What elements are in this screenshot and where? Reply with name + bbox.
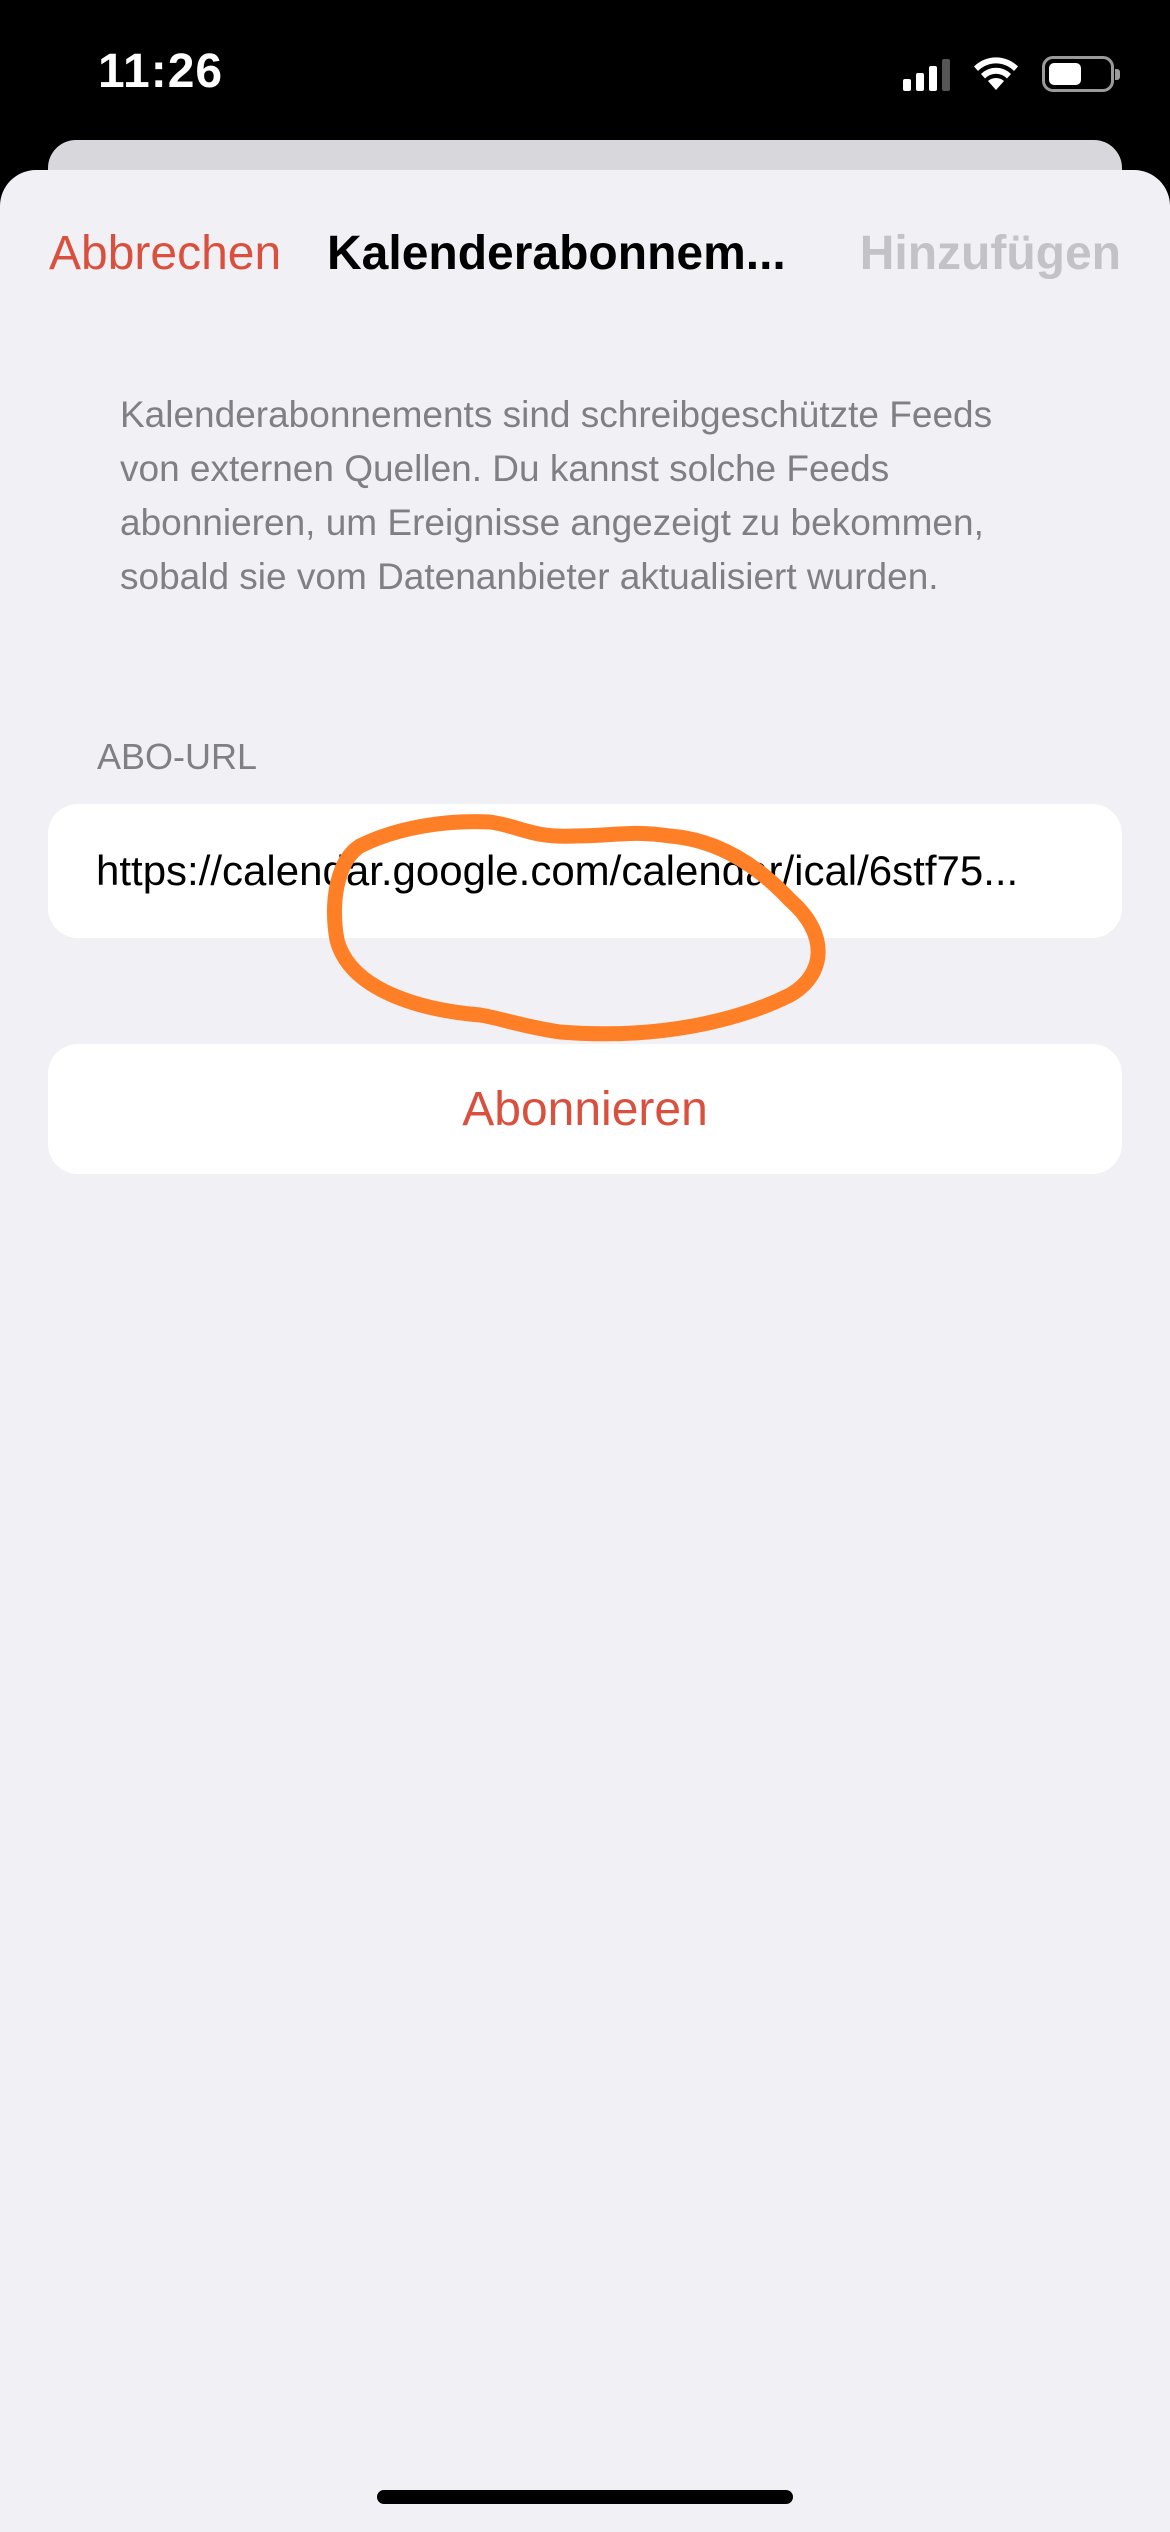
- status-bar: 11:26: [0, 0, 1170, 140]
- home-indicator: [377, 2490, 793, 2504]
- battery-icon: [1042, 56, 1120, 92]
- cellular-signal-icon: [903, 57, 950, 91]
- cancel-button[interactable]: Abbrechen: [49, 226, 281, 281]
- navigation-bar: Abbrechen Kalenderabonnem... Hinzufügen: [0, 170, 1170, 340]
- url-section-header: ABO-URL: [97, 736, 258, 777]
- subscription-sheet: Abbrechen Kalenderabonnem... Hinzufügen …: [0, 170, 1170, 2532]
- status-icons: [903, 54, 1120, 94]
- url-field-container[interactable]: [48, 804, 1122, 938]
- page-title: Kalenderabonnem...: [327, 227, 786, 280]
- screen: 11:26 Abbrechen Kalenderabonnem... Hinzu…: [0, 0, 1170, 2532]
- subscription-url-input[interactable]: [96, 847, 1074, 895]
- status-time: 11:26: [98, 45, 224, 98]
- wifi-icon: [974, 57, 1018, 90]
- description-text: Kalenderabonnements sind schreibgeschütz…: [120, 394, 993, 597]
- subscribe-button[interactable]: Abonnieren: [48, 1044, 1122, 1174]
- add-button[interactable]: Hinzufügen: [860, 226, 1121, 281]
